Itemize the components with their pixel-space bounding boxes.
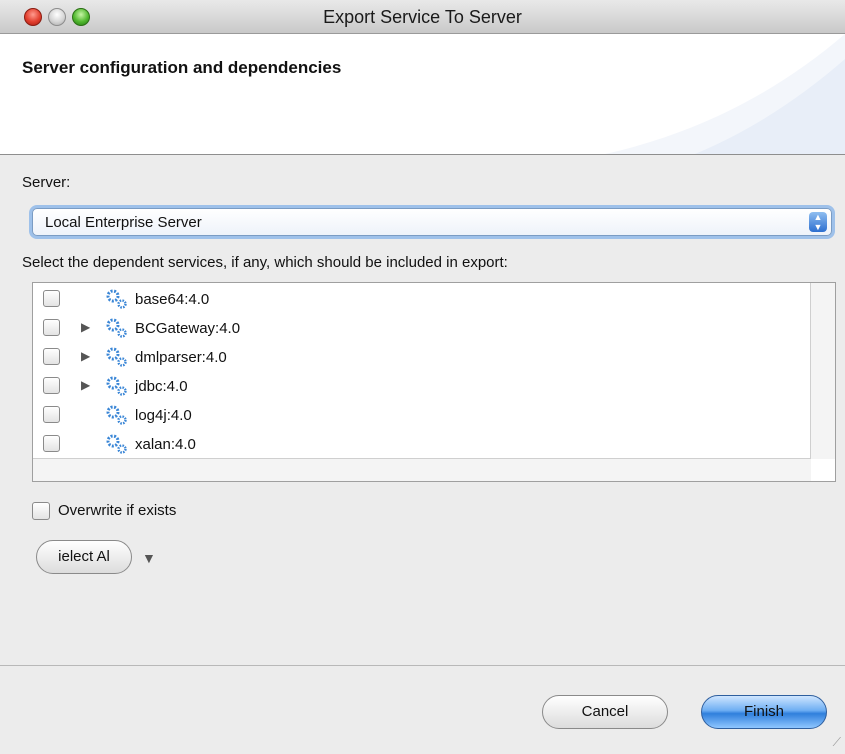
server-label: Server: bbox=[22, 174, 71, 191]
dependency-label: jdbc:4.0 bbox=[135, 378, 188, 395]
resize-grip-icon[interactable]: ⟋ bbox=[833, 735, 841, 750]
server-select-value: Local Enterprise Server bbox=[45, 214, 202, 231]
service-gear-icon bbox=[106, 318, 127, 338]
dependency-label: log4j:4.0 bbox=[135, 407, 192, 424]
export-service-dialog: Export Service To Server Server configur… bbox=[0, 0, 845, 754]
horizontal-scrollbar[interactable] bbox=[33, 458, 811, 481]
window-title: Export Service To Server bbox=[323, 7, 522, 27]
title-bar: Export Service To Server bbox=[0, 0, 845, 34]
dependency-label: xalan:4.0 bbox=[135, 436, 196, 453]
server-select[interactable]: Local Enterprise Server ▲ ▼ bbox=[32, 208, 832, 236]
tree-row-jdbc[interactable]: ▶ jdbc:4.0 bbox=[33, 373, 811, 402]
dependencies-list: base64:4.0 ▶ BCGateway:4.0 ▶ dmlparser:4… bbox=[33, 283, 811, 459]
expand-arrow-icon[interactable]: ▶ bbox=[81, 349, 90, 363]
select-all-menu-icon[interactable]: ▼ bbox=[142, 550, 156, 566]
tree-row-bcgateway[interactable]: ▶ BCGateway:4.0 bbox=[33, 315, 811, 344]
overwrite-label: Overwrite if exists bbox=[58, 502, 177, 519]
cancel-button[interactable]: Cancel bbox=[542, 695, 668, 729]
tree-row-xalan[interactable]: xalan:4.0 bbox=[33, 431, 811, 460]
vertical-scrollbar[interactable] bbox=[810, 283, 835, 459]
service-gear-icon bbox=[106, 405, 127, 425]
overwrite-checkbox[interactable] bbox=[32, 502, 50, 520]
wizard-header: Server configuration and dependencies bbox=[0, 34, 845, 155]
expand-arrow-icon[interactable]: ▶ bbox=[81, 378, 90, 392]
footer-divider bbox=[0, 665, 845, 666]
dependency-label: dmlparser:4.0 bbox=[135, 349, 227, 366]
tree-row-log4j[interactable]: log4j:4.0 bbox=[33, 402, 811, 431]
dependencies-tree[interactable]: base64:4.0 ▶ BCGateway:4.0 ▶ dmlparser:4… bbox=[32, 282, 836, 482]
select-all-button[interactable]: ielect Al bbox=[36, 540, 132, 574]
service-gear-icon bbox=[106, 434, 127, 454]
dependency-checkbox[interactable] bbox=[43, 319, 60, 336]
expand-arrow-icon[interactable]: ▶ bbox=[81, 320, 90, 334]
service-gear-icon bbox=[106, 376, 127, 396]
finish-button[interactable]: Finish bbox=[701, 695, 827, 729]
dependency-label: BCGateway:4.0 bbox=[135, 320, 241, 337]
wizard-page-title: Server configuration and dependencies bbox=[22, 58, 342, 77]
banner-swoosh-graphic bbox=[605, 34, 845, 154]
dependency-checkbox[interactable] bbox=[43, 435, 60, 452]
dependency-label: base64:4.0 bbox=[135, 291, 210, 308]
dependency-checkbox[interactable] bbox=[43, 348, 60, 365]
tree-row-base64[interactable]: base64:4.0 bbox=[33, 286, 811, 315]
dependencies-label: Select the dependent services, if any, w… bbox=[22, 254, 508, 271]
service-gear-icon bbox=[106, 347, 127, 367]
dependency-checkbox[interactable] bbox=[43, 377, 60, 394]
service-gear-icon bbox=[106, 289, 127, 309]
dependency-checkbox[interactable] bbox=[43, 290, 60, 307]
tree-row-dmlparser[interactable]: ▶ dmlparser:4.0 bbox=[33, 344, 811, 373]
dependency-checkbox[interactable] bbox=[43, 406, 60, 423]
select-stepper-icon: ▲ ▼ bbox=[809, 212, 827, 232]
